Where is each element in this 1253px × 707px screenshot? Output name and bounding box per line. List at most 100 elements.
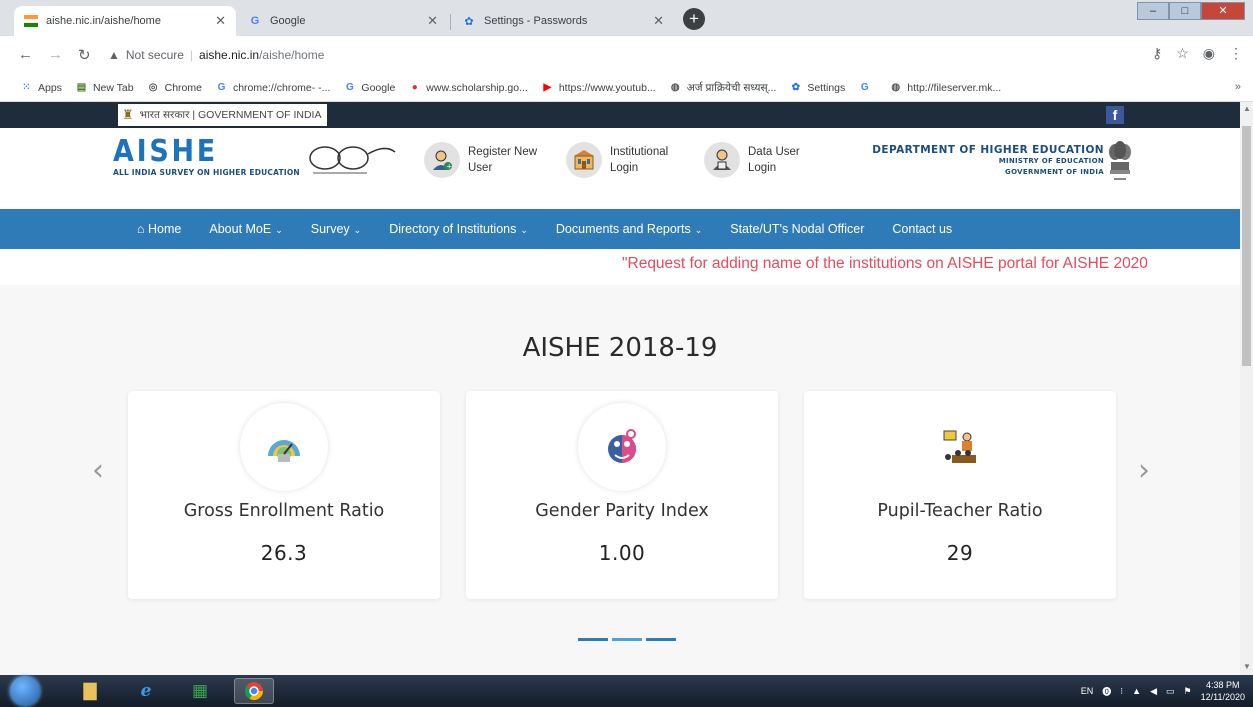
tab-separator (450, 14, 451, 30)
url-host: aishe.nic.in (199, 48, 260, 62)
minimize-icon[interactable]: – (1137, 2, 1169, 20)
tab-aishe-home[interactable]: aishe.nic.in/aishe/home ✕ (14, 6, 236, 36)
profile-avatar-icon[interactable]: ◉ (1203, 45, 1215, 62)
nav-label: Directory of Institutions (389, 222, 517, 236)
display-icon[interactable]: ▭ (1166, 686, 1175, 697)
chevron-down-icon: ⌄ (353, 225, 362, 235)
nav-nodal-officer[interactable]: State/UT's Nodal Officer (730, 222, 864, 236)
carousel-prev-arrow-icon[interactable]: ‹ (92, 453, 104, 488)
stat-card-ger: Gross Enrollment Ratio 26.3 (128, 391, 440, 599)
tab-google[interactable]: G Google ✕ (238, 6, 448, 36)
key-icon[interactable]: ⚷ (1152, 45, 1162, 62)
back-arrow-icon[interactable]: ← (18, 46, 33, 63)
carousel-dot[interactable] (646, 638, 676, 641)
tab-settings-passwords[interactable]: ✿ Settings - Passwords ✕ (452, 6, 674, 36)
internet-explorer-icon[interactable]: e (132, 678, 160, 704)
nav-home[interactable]: ⌂ Home (137, 222, 181, 236)
nav-label: Survey (310, 222, 350, 236)
new-tab-button[interactable]: + (683, 8, 705, 30)
facebook-icon[interactable]: f (1106, 106, 1124, 124)
nav-directory-of-institutions[interactable]: Directory of Institutions ⌄ (389, 222, 528, 236)
system-tray: EN ⓿ ⁝ ▲ ◀ ▭ ⚑ 4:38 PM 12/11/2020 (1081, 679, 1245, 703)
bookmark-fileserver[interactable]: ◍ http://fileserver.mk... (889, 81, 1001, 94)
scrollbar-thumb[interactable] (1242, 126, 1251, 366)
government-bar: ♜ भारत सरकार | GOVERNMENT OF INDIA f (0, 102, 1240, 128)
bookmark-label: अर्ज प्राक्रियेची सध्यस्... (686, 81, 777, 94)
carousel-indicators (578, 638, 676, 641)
close-window-icon[interactable]: ✕ (1201, 2, 1245, 20)
bookmark-chrome[interactable]: ◎ Chrome (147, 81, 202, 94)
carousel-dot[interactable] (578, 638, 608, 641)
url-omnibox[interactable]: ▲ Not secure | aishe.nic.in /aishe/home (108, 42, 1108, 68)
apps-grid-icon: ⁙ (22, 82, 31, 93)
aishe-logo[interactable]: AISHE ALL INDIA SURVEY ON HIGHER EDUCATI… (113, 136, 300, 178)
nav-documents-and-reports[interactable]: Documents and Reports ⌄ (556, 222, 702, 236)
warning-triangle-icon[interactable]: ▲ (108, 48, 120, 62)
bookmark-new-tab[interactable]: ▤ New Tab (75, 81, 134, 94)
bookmark-marathi[interactable]: ◍ अर्ज प्राक्रियेची सध्यस्... (669, 81, 777, 95)
page-scrollbar[interactable]: ▲ ▼ (1240, 102, 1253, 675)
nav-survey[interactable]: Survey ⌄ (311, 222, 361, 236)
volume-icon[interactable]: ◀ (1150, 686, 1157, 697)
forward-arrow-icon[interactable]: → (48, 46, 63, 63)
bookmark-label: chrome://chrome- -... (232, 81, 331, 94)
nav-contact-us[interactable]: Contact us (892, 222, 952, 236)
bookmark-label: New Tab (92, 81, 134, 94)
dept-line-1: DEPARTMENT OF HIGHER EDUCATION (872, 144, 1104, 156)
data-user-login-link[interactable]: Data User Login (704, 142, 800, 178)
bookmark-chrome-url[interactable]: Gchrome://chrome- -... (215, 81, 331, 94)
carousel-dot-active[interactable] (612, 638, 642, 641)
dept-line-3: GOVERNMENT OF INDIA (1005, 168, 1104, 176)
google-icon: G (346, 82, 354, 93)
reload-icon[interactable]: ↻ (78, 46, 91, 64)
bookmark-scholarship[interactable]: ● www.scholarship.go... (408, 81, 528, 94)
announcement-marquee[interactable]: "Request for adding name of the institut… (622, 255, 1148, 273)
chevron-down-icon: ⌄ (520, 225, 528, 235)
menu-kebab-icon[interactable]: ⋮ (1229, 45, 1243, 62)
bookmark-google[interactable]: G Google (343, 81, 395, 94)
bookmark-youtube[interactable]: ▶ https://www.youtub... (541, 81, 655, 94)
language-indicator[interactable]: EN (1081, 686, 1094, 696)
help-icon[interactable]: ⓿ (1102, 685, 1111, 698)
maximize-icon[interactable]: □ (1169, 2, 1201, 20)
bookmark-google-2[interactable]: G (858, 81, 876, 94)
excel-icon[interactable]: ▦ (186, 678, 214, 704)
link-line: Login (610, 162, 639, 174)
network-icon[interactable]: ⁝ (1120, 686, 1123, 697)
tray-expand-icon[interactable]: ▲ (1132, 686, 1141, 696)
nav-label: About MoE (209, 222, 272, 236)
google-icon: G (250, 15, 260, 27)
national-emblem-icon: ♜ (122, 107, 134, 122)
chevron-down-icon: ⌄ (275, 225, 283, 235)
stat-label: Gross Enrollment Ratio (183, 501, 385, 521)
bookmark-settings[interactable]: ✿ Settings (789, 81, 846, 94)
security-status: Not secure (125, 48, 184, 62)
institutional-login-link[interactable]: Institutional Login (566, 142, 668, 178)
file-explorer-icon[interactable]: ▇ (76, 678, 104, 704)
taskbar-clock[interactable]: 4:38 PM 12/11/2020 (1201, 679, 1245, 703)
department-title: DEPARTMENT OF HIGHER EDUCATION MINISTRY … (872, 144, 1104, 178)
clock-time: 4:38 PM (1206, 680, 1240, 690)
bookmark-star-icon[interactable]: ☆ (1176, 45, 1189, 62)
register-new-user-link[interactable]: + Register New User (424, 142, 537, 178)
start-orb-icon[interactable] (10, 676, 40, 706)
government-label-text: भारत सरकार | GOVERNMENT OF INDIA (139, 109, 322, 121)
nav-about-moe[interactable]: About MoE ⌄ (209, 222, 282, 236)
scroll-up-icon[interactable]: ▲ (1243, 104, 1251, 113)
chrome-taskbar-icon[interactable] (234, 678, 274, 704)
close-tab-icon[interactable]: ✕ (653, 13, 664, 29)
chevron-down-icon: ⌄ (694, 225, 703, 235)
clock-date: 12/11/2020 (1200, 692, 1245, 702)
bookmarks-bar: ⁙ Apps ▤ New Tab ◎ Chrome Gchrome://chrome-… (0, 74, 1253, 102)
address-bar: ← → ↻ ▲ Not secure | aishe.nic.in /aishe… (0, 36, 1253, 74)
stat-label: Pupil-Teacher Ratio (877, 501, 1043, 521)
scroll-down-icon[interactable]: ▼ (1243, 662, 1251, 671)
action-center-flag-icon[interactable]: ⚑ (1184, 686, 1192, 697)
aishe-favicon-icon (24, 14, 38, 28)
bookmarks-overflow-icon[interactable]: » (1235, 81, 1241, 93)
bookmark-apps[interactable]: ⁙ Apps (20, 81, 62, 94)
link-line: Login (748, 162, 777, 174)
close-tab-icon[interactable]: ✕ (215, 13, 226, 29)
carousel-next-arrow-icon[interactable]: › (1138, 453, 1150, 488)
close-tab-icon[interactable]: ✕ (427, 13, 438, 29)
